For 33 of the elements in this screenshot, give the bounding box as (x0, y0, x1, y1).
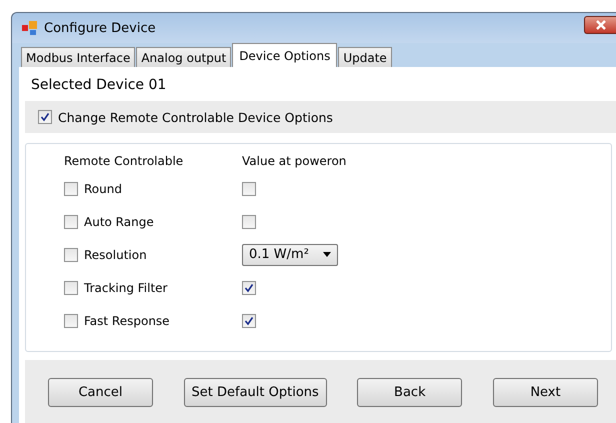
dialog-button[interactable]: Back (357, 378, 462, 406)
checkbox[interactable] (64, 314, 78, 328)
checkbox[interactable] (64, 182, 78, 196)
close-icon (594, 20, 606, 30)
checkbox[interactable] (242, 214, 256, 228)
checkbox-label: Change Remote Controlable Device Options (58, 110, 333, 124)
tab[interactable]: Analog output (136, 47, 232, 67)
checkbox[interactable] (38, 110, 52, 124)
selected-device-label: Selected Device 01 (31, 77, 168, 93)
option-label: Fast Response (84, 314, 170, 328)
checkbox[interactable] (242, 314, 256, 328)
dialog-button[interactable]: Next (492, 378, 598, 406)
tab[interactable]: Device Options (232, 43, 338, 67)
checkbox[interactable] (64, 248, 78, 262)
option-label: Resolution (84, 248, 147, 262)
resolution-dropdown[interactable]: 0.1 W/m² (242, 244, 338, 266)
dialog-button[interactable]: Set Default Options (184, 378, 327, 406)
tab[interactable]: Update (338, 47, 392, 67)
column-header: Value at poweron (242, 154, 348, 170)
option-label: Tracking Filter (84, 280, 168, 294)
tab[interactable]: Modbus Interface (21, 47, 136, 67)
app-icon (22, 20, 38, 36)
caret-icon (323, 252, 331, 257)
option-label: Round (84, 182, 122, 196)
option-label: Auto Range (84, 214, 154, 228)
window-title: Configure Device (44, 20, 156, 36)
checkbox[interactable] (64, 280, 78, 294)
checkbox[interactable] (242, 182, 256, 196)
dialog-button[interactable]: Cancel (48, 378, 153, 406)
checkbox[interactable] (64, 214, 78, 228)
column-header: Remote Controlable (64, 154, 184, 170)
checkbox[interactable] (242, 280, 256, 294)
close-button[interactable] (584, 16, 616, 34)
